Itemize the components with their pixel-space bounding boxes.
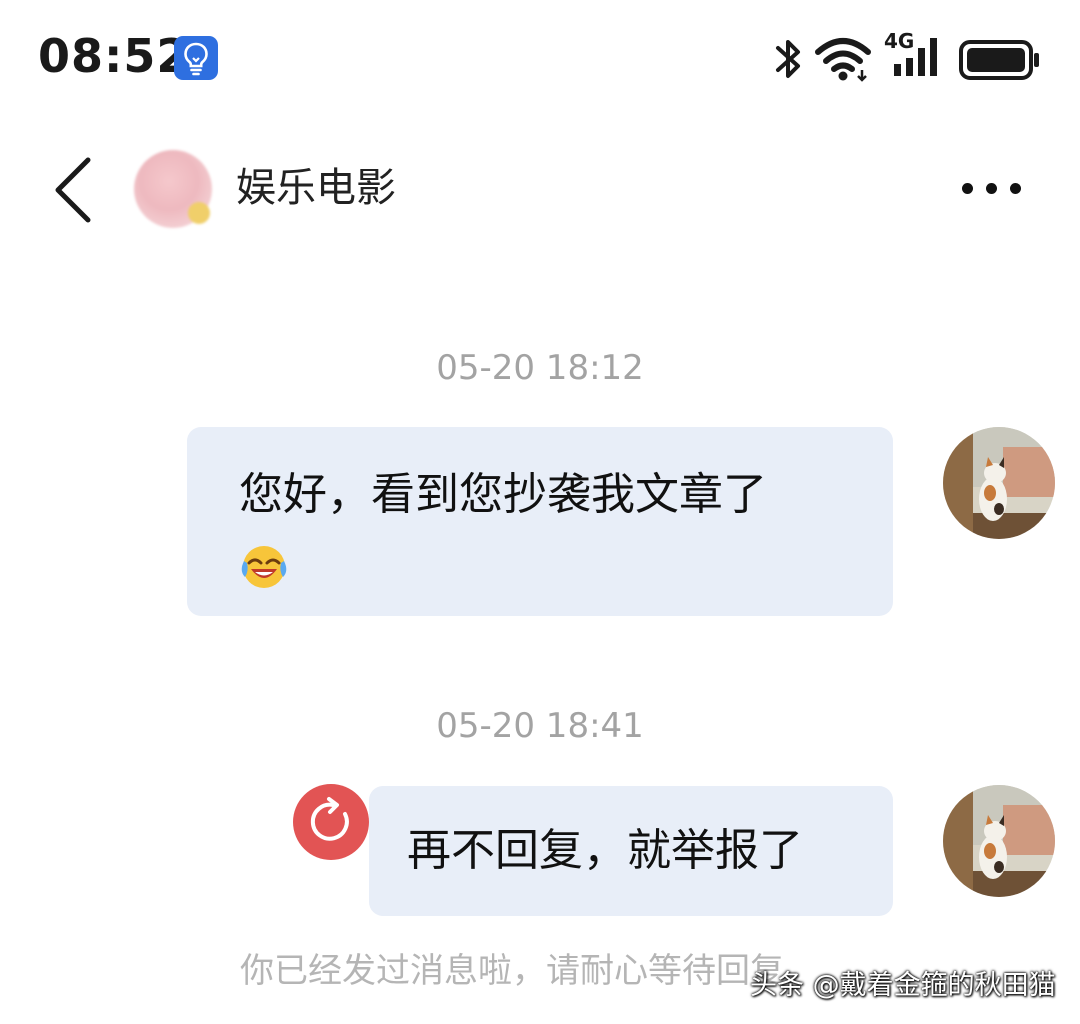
bluetooth-icon (776, 40, 800, 78)
contact-avatar[interactable] (134, 150, 212, 228)
message-timestamp: 05-20 18:41 (436, 706, 644, 746)
my-avatar[interactable] (943, 785, 1055, 897)
message-text: 再不回复，就举报了 (407, 825, 803, 876)
contact-name-text: 娱乐电影 (236, 165, 396, 211)
resend-icon (310, 797, 349, 841)
resend-button[interactable] (293, 784, 369, 860)
watermark: 头条 @戴着金箍的秋田猫 (750, 970, 1056, 1001)
bulb-notification-icon (174, 36, 218, 80)
contact-name[interactable]: 娱乐电影 (236, 160, 396, 216)
laughing-crying-emoji-icon (241, 546, 287, 588)
more-options-button[interactable] (958, 178, 1026, 200)
message-timestamp: 05-20 18:12 (436, 348, 644, 388)
signal-icon: 4G (882, 30, 946, 80)
battery-icon (959, 40, 1039, 80)
system-hint: 你已经发过消息啦，请耐心等待回复 (240, 951, 784, 991)
wifi-icon (815, 38, 871, 82)
back-chevron-icon[interactable] (46, 152, 106, 228)
message-bubble[interactable]: 再不回复，就举报了 (369, 786, 893, 916)
message-bubble[interactable]: 您好，看到您抄袭我文章了 (187, 427, 893, 616)
status-time: 08:52 (38, 29, 190, 83)
message-text: 您好，看到您抄袭我文章了 (239, 469, 767, 520)
my-avatar[interactable] (943, 427, 1055, 539)
